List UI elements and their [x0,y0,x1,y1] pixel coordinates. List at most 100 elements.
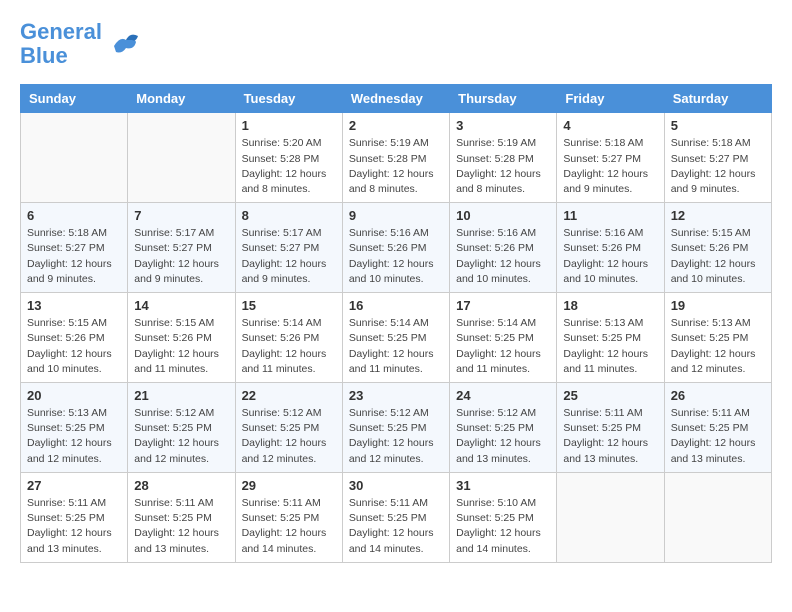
day-number: 6 [27,208,121,223]
day-number: 24 [456,388,550,403]
day-number: 23 [349,388,443,403]
calendar-cell: 7 Sunrise: 5:17 AM Sunset: 5:27 PM Daylig… [128,203,235,293]
day-info: Sunrise: 5:18 AM Sunset: 5:27 PM Dayligh… [671,136,765,197]
week-row-3: 13 Sunrise: 5:15 AM Sunset: 5:26 PM Dayli… [21,293,772,383]
day-number: 1 [242,118,336,133]
day-number: 11 [563,208,657,223]
day-info: Sunrise: 5:11 AM Sunset: 5:25 PM Dayligh… [671,406,765,467]
day-number: 7 [134,208,228,223]
calendar-cell: 6Sunrise: 5:18 AM Sunset: 5:27 PM Daylig… [21,203,128,293]
calendar-cell: 28Sunrise: 5:11 AM Sunset: 5:25 PM Dayli… [128,472,235,562]
day-info: Sunrise: 5:18 AM Sunset: 5:27 PM Dayligh… [563,136,657,197]
day-number: 31 [456,478,550,493]
day-number: 18 [563,298,657,313]
day-info: Sunrise: 5:14 AM Sunset: 5:25 PM Dayligh… [349,316,443,377]
day-info: Sunrise: 5:15 AM Sunset: 5:26 PM Dayligh… [27,316,121,377]
logo-blue: Blue [20,44,102,68]
day-number: 20 [27,388,121,403]
day-info: Sunrise: 5:14 AM Sunset: 5:26 PM Dayligh… [242,316,336,377]
day-info: Sunrise: 5:15 AM Sunset: 5:26 PM Dayligh… [134,316,228,377]
logo-text: General [20,20,102,44]
day-info: Sunrise: 5:19 AM Sunset: 5:28 PM Dayligh… [349,136,443,197]
day-info: Sunrise: 5:10 AM Sunset: 5:25 PM Dayligh… [456,496,550,557]
logo-bird-icon [106,26,142,62]
calendar-cell: 11Sunrise: 5:16 AM Sunset: 5:26 PM Dayli… [557,203,664,293]
calendar-cell [557,472,664,562]
day-number: 13 [27,298,121,313]
calendar-cell [128,113,235,203]
week-row-4: 20 Sunrise: 5:13 AM Sunset: 5:25 PM Dayli… [21,383,772,473]
calendar-cell: 21Sunrise: 5:12 AM Sunset: 5:25 PM Dayli… [128,383,235,473]
calendar-cell [21,113,128,203]
day-info: Sunrise: 5:11 AM Sunset: 5:25 PM Dayligh… [349,496,443,557]
day-number: 5 [671,118,765,133]
calendar-cell: 29Sunrise: 5:11 AM Sunset: 5:25 PM Dayli… [235,472,342,562]
logo: General Blue [20,20,142,68]
day-number: 27 [27,478,121,493]
calendar-cell: 3 Sunrise: 5:19 AM Sunset: 5:28 PM Daylig… [450,113,557,203]
day-info: Sunrise: 5:17 AM Sunset: 5:27 PM Dayligh… [134,226,228,287]
day-number: 17 [456,298,550,313]
calendar-cell: 23 Sunrise: 5:12 AM Sunset: 5:25 PM Dayli… [342,383,449,473]
day-info: Sunrise: 5:19 AM Sunset: 5:28 PM Dayligh… [456,136,550,197]
calendar-cell: 16 Sunrise: 5:14 AM Sunset: 5:25 PM Dayli… [342,293,449,383]
day-info: Sunrise: 5:16 AM Sunset: 5:26 PM Dayligh… [349,226,443,287]
day-info: Sunrise: 5:12 AM Sunset: 5:25 PM Dayligh… [456,406,550,467]
day-number: 19 [671,298,765,313]
week-row-1: 1 Sunrise: 5:20 AM Sunset: 5:28 PM Daylig… [21,113,772,203]
day-info: Sunrise: 5:11 AM Sunset: 5:25 PM Dayligh… [134,496,228,557]
day-number: 12 [671,208,765,223]
day-number: 26 [671,388,765,403]
day-info: Sunrise: 5:20 AM Sunset: 5:28 PM Dayligh… [242,136,336,197]
calendar-cell: 5 Sunrise: 5:18 AM Sunset: 5:27 PM Daylig… [664,113,771,203]
calendar-cell: 10 Sunrise: 5:16 AM Sunset: 5:26 PM Dayli… [450,203,557,293]
calendar-cell: 2Sunrise: 5:19 AM Sunset: 5:28 PM Daylig… [342,113,449,203]
calendar-table: SundayMondayTuesdayWednesdayThursdayFrid… [20,84,772,562]
calendar-cell: 25Sunrise: 5:11 AM Sunset: 5:25 PM Dayli… [557,383,664,473]
calendar-cell: 24 Sunrise: 5:12 AM Sunset: 5:25 PM Dayli… [450,383,557,473]
day-number: 8 [242,208,336,223]
day-number: 14 [134,298,228,313]
calendar-cell: 15 Sunrise: 5:14 AM Sunset: 5:26 PM Dayli… [235,293,342,383]
day-number: 30 [349,478,443,493]
day-number: 10 [456,208,550,223]
day-info: Sunrise: 5:15 AM Sunset: 5:26 PM Dayligh… [671,226,765,287]
page-header: General Blue [20,20,772,68]
calendar-cell: 17Sunrise: 5:14 AM Sunset: 5:25 PM Dayli… [450,293,557,383]
calendar-cell: 26 Sunrise: 5:11 AM Sunset: 5:25 PM Dayli… [664,383,771,473]
calendar-cell: 30 Sunrise: 5:11 AM Sunset: 5:25 PM Dayli… [342,472,449,562]
calendar-cell: 12 Sunrise: 5:15 AM Sunset: 5:26 PM Dayli… [664,203,771,293]
day-number: 4 [563,118,657,133]
day-info: Sunrise: 5:13 AM Sunset: 5:25 PM Dayligh… [671,316,765,377]
calendar-cell: 14 Sunrise: 5:15 AM Sunset: 5:26 PM Dayli… [128,293,235,383]
weekday-header-wednesday: Wednesday [342,85,449,113]
calendar-cell: 1 Sunrise: 5:20 AM Sunset: 5:28 PM Daylig… [235,113,342,203]
day-info: Sunrise: 5:11 AM Sunset: 5:25 PM Dayligh… [242,496,336,557]
day-number: 16 [349,298,443,313]
day-info: Sunrise: 5:12 AM Sunset: 5:25 PM Dayligh… [242,406,336,467]
logo-blue-text: Blue [20,43,68,68]
day-number: 15 [242,298,336,313]
week-row-5: 27 Sunrise: 5:11 AM Sunset: 5:25 PM Dayli… [21,472,772,562]
calendar-cell: 20 Sunrise: 5:13 AM Sunset: 5:25 PM Dayli… [21,383,128,473]
logo-general: General [20,19,102,44]
day-info: Sunrise: 5:13 AM Sunset: 5:25 PM Dayligh… [27,406,121,467]
day-info: Sunrise: 5:12 AM Sunset: 5:25 PM Dayligh… [349,406,443,467]
day-info: Sunrise: 5:11 AM Sunset: 5:25 PM Dayligh… [563,406,657,467]
day-number: 3 [456,118,550,133]
weekday-header-friday: Friday [557,85,664,113]
day-info: Sunrise: 5:17 AM Sunset: 5:27 PM Dayligh… [242,226,336,287]
day-info: Sunrise: 5:16 AM Sunset: 5:26 PM Dayligh… [456,226,550,287]
weekday-header-thursday: Thursday [450,85,557,113]
weekday-header-sunday: Sunday [21,85,128,113]
calendar-cell: 22 Sunrise: 5:12 AM Sunset: 5:25 PM Dayli… [235,383,342,473]
day-number: 22 [242,388,336,403]
calendar-cell: 19 Sunrise: 5:13 AM Sunset: 5:25 PM Dayli… [664,293,771,383]
day-number: 9 [349,208,443,223]
calendar-cell: 18 Sunrise: 5:13 AM Sunset: 5:25 PM Dayli… [557,293,664,383]
weekday-header-saturday: Saturday [664,85,771,113]
day-info: Sunrise: 5:13 AM Sunset: 5:25 PM Dayligh… [563,316,657,377]
calendar-cell: 13 Sunrise: 5:15 AM Sunset: 5:26 PM Dayli… [21,293,128,383]
calendar-cell: 4 Sunrise: 5:18 AM Sunset: 5:27 PM Daylig… [557,113,664,203]
calendar-cell: 8 Sunrise: 5:17 AM Sunset: 5:27 PM Daylig… [235,203,342,293]
